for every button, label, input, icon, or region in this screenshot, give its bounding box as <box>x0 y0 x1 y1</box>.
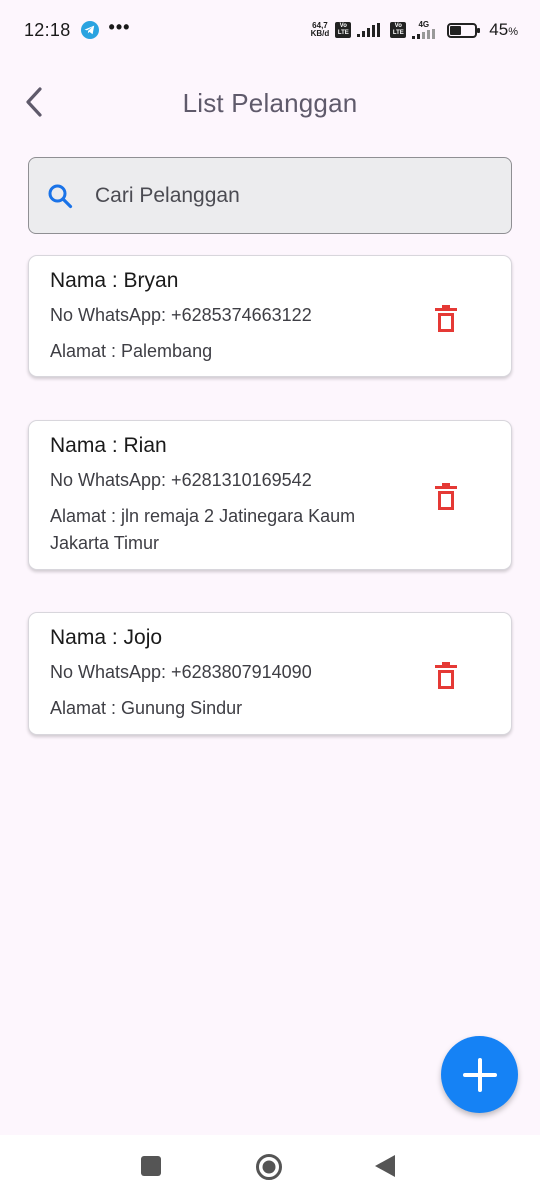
battery-fill <box>450 25 462 35</box>
search-box[interactable] <box>28 157 512 234</box>
battery-percent-value: 45 <box>489 20 509 39</box>
customer-card-bryan[interactable]: Nama : Bryan No WhatsApp: +6285374663122… <box>28 255 512 377</box>
network-speed: 64,7 KB/d <box>311 22 330 38</box>
sim1-signal-icon <box>357 23 381 37</box>
trash-icon <box>435 482 457 510</box>
status-time: 12:18 <box>24 19 71 40</box>
sim2-volte-badge: Vo LTE <box>390 22 407 38</box>
customer-card-rian[interactable]: Nama : Rian No WhatsApp: +6281310169542 … <box>28 420 512 570</box>
add-customer-button[interactable] <box>441 1036 518 1113</box>
customer-address: Alamat : jln remaja 2 Jatinegara Kaum Ja… <box>50 506 356 553</box>
more-notifications-icon: ••• <box>108 16 131 37</box>
sim2-signal-icon <box>412 29 436 39</box>
customer-name: Nama : Jojo <box>50 626 163 649</box>
customer-phone: No WhatsApp: +6285374663122 <box>50 305 312 325</box>
recent-apps-button[interactable] <box>140 1155 162 1177</box>
trash-icon <box>435 661 457 689</box>
triangle-back-icon <box>375 1155 395 1177</box>
search-icon <box>47 183 73 209</box>
trash-icon <box>435 304 457 332</box>
square-icon <box>141 1156 161 1176</box>
battery-percent-unit: % <box>508 26 518 38</box>
battery-icon <box>447 22 481 38</box>
status-bar: 12:18 ••• 64,7 KB/d Vo LTE Vo LTE 4G 45% <box>0 0 540 60</box>
customer-phone: No WhatsApp: +6283807914090 <box>50 662 312 682</box>
customer-phone: No WhatsApp: +6281310169542 <box>50 470 312 490</box>
system-back-button[interactable] <box>374 1154 396 1178</box>
home-button[interactable] <box>255 1153 283 1181</box>
sim2-network: 4G <box>412 20 436 39</box>
sim1-volte-badge: Vo LTE <box>335 22 352 38</box>
customer-address: Alamat : Gunung Sindur <box>50 698 243 718</box>
app-bar: List Pelanggan <box>0 70 540 136</box>
search-input[interactable] <box>95 183 511 208</box>
battery-percent: 45% <box>489 20 518 40</box>
delete-button[interactable] <box>433 660 459 690</box>
screen: 12:18 ••• 64,7 KB/d Vo LTE Vo LTE 4G 45%… <box>0 0 540 1200</box>
telegram-icon <box>80 21 99 39</box>
customer-name: Nama : Bryan <box>50 269 179 292</box>
plus-icon <box>462 1057 497 1092</box>
customer-card-jojo[interactable]: Nama : Jojo No WhatsApp: +6283807914090 … <box>28 612 512 735</box>
system-nav-bar <box>0 1135 540 1200</box>
delete-button[interactable] <box>433 303 459 333</box>
page-title: List Pelanggan <box>182 88 358 118</box>
network-speed-unit: KB/d <box>310 29 330 38</box>
customer-name: Nama : Rian <box>50 434 167 457</box>
circle-icon <box>256 1154 282 1180</box>
delete-button[interactable] <box>433 481 459 511</box>
customer-address: Alamat : Palembang <box>50 341 213 361</box>
sim2-network-label: 4G <box>418 20 430 29</box>
